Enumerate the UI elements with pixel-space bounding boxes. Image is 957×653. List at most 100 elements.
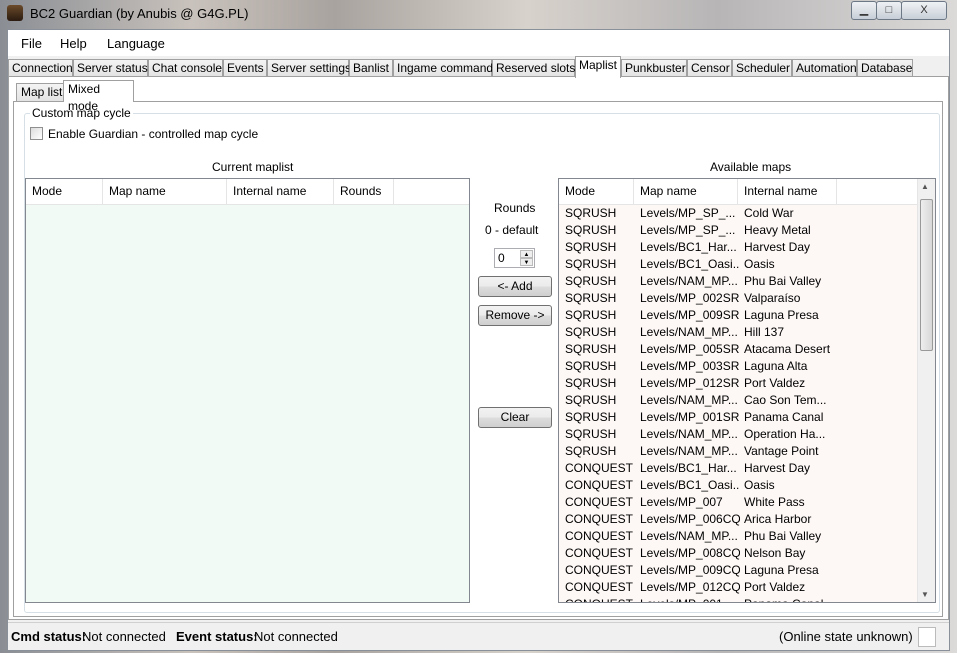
rounds-spinner[interactable]: 0 ▲ ▼ — [494, 248, 535, 268]
cell-internal-name: Nelson Bay — [744, 546, 806, 560]
tab-banlist[interactable]: Banlist — [349, 59, 393, 77]
cell-mode: SQRUSH — [565, 206, 617, 220]
tab-server-status[interactable]: Server status — [73, 59, 148, 77]
cmd-status-label: Cmd status: — [11, 629, 87, 644]
clear-button[interactable]: Clear — [478, 407, 552, 428]
cell-map-name: Levels/MP_012CQ — [640, 580, 740, 594]
client-area: File Help Language Connection Server stat… — [7, 29, 950, 651]
cell-map-name: Levels/BC1_Har... — [640, 461, 737, 475]
list-item[interactable]: CONQUEST Levels/MP_006CQ Arica Harbor — [559, 511, 919, 528]
cell-internal-name: Operation Ha... — [744, 427, 826, 441]
cell-mode: CONQUEST — [565, 461, 634, 475]
list-item[interactable]: SQRUSH Levels/MP_012SR Port Valdez — [559, 375, 919, 392]
list-item[interactable]: CONQUEST Levels/BC1_Oasi... Oasis — [559, 477, 919, 494]
add-button[interactable]: <- Add — [478, 276, 552, 297]
list-item[interactable]: SQRUSH Levels/NAM_MP... Hill 137 — [559, 324, 919, 341]
cell-mode: CONQUEST — [565, 546, 634, 560]
cell-internal-name: Valparaíso — [744, 291, 801, 305]
col-map-name[interactable]: Map name — [103, 179, 227, 204]
menu-file[interactable]: File — [21, 36, 42, 51]
cell-mode: SQRUSH — [565, 257, 617, 271]
list-item[interactable]: SQRUSH Levels/MP_SP_... Cold War — [559, 205, 919, 222]
menu-language[interactable]: Language — [107, 36, 165, 51]
cell-internal-name: Cold War — [744, 206, 794, 220]
cell-internal-name: Heavy Metal — [744, 223, 811, 237]
tab-events[interactable]: Events — [223, 59, 267, 77]
list-item[interactable]: CONQUEST Levels/BC1_Har... Harvest Day — [559, 460, 919, 477]
cell-mode: CONQUEST — [565, 512, 634, 526]
tab-automation[interactable]: Automation — [792, 59, 857, 77]
tab-database[interactable]: Database — [857, 59, 913, 77]
tab-scheduler[interactable]: Scheduler — [732, 59, 792, 77]
cell-internal-name: Oasis — [744, 257, 775, 271]
list-item[interactable]: SQRUSH Levels/MP_001SR Panama Canal — [559, 409, 919, 426]
cell-map-name: Levels/MP_008CQ — [640, 546, 740, 560]
col-map-name[interactable]: Map name — [634, 179, 738, 204]
tab-server-settings[interactable]: Server settings — [267, 59, 351, 77]
cell-mode: CONQUEST — [565, 563, 634, 577]
list-item[interactable]: CONQUEST Levels/MP_008CQ Nelson Bay — [559, 545, 919, 562]
enable-cycle-checkbox[interactable] — [30, 127, 43, 140]
maximize-button[interactable]: □ — [876, 1, 902, 20]
scroll-down-icon[interactable]: ▼ — [921, 590, 929, 599]
cell-internal-name: Arica Harbor — [744, 512, 812, 526]
cell-internal-name: Panama Canal — [744, 596, 839, 602]
current-maplist[interactable]: Mode Map name Internal name Rounds — [25, 178, 470, 603]
list-item[interactable]: SQRUSH Levels/MP_009SR Laguna Presa — [559, 307, 919, 324]
cell-map-name: Levels/BC1_Har... — [640, 240, 737, 254]
list-item[interactable]: CONQUEST Levels/MP_009CQ Laguna Presa — [559, 562, 919, 579]
cell-map-name: Levels/MP_006CQ — [640, 512, 740, 526]
col-rounds[interactable]: Rounds — [334, 179, 394, 204]
tab-reserved-slots[interactable]: Reserved slots — [492, 59, 575, 77]
tab-maplist[interactable]: Maplist — [575, 56, 621, 78]
cell-mode: SQRUSH — [565, 223, 617, 237]
list-item[interactable]: CONQUEST Levels/MP_012CQ Port Valdez — [559, 579, 919, 596]
col-internal-name[interactable]: Internal name — [227, 179, 334, 204]
app-icon — [7, 5, 23, 21]
col-mode[interactable]: Mode — [559, 179, 634, 204]
tab-connection[interactable]: Connection — [8, 59, 73, 77]
cell-map-name: Levels/MP_009SR — [640, 308, 740, 322]
subtab-mixed-mode[interactable]: Mixed mode — [63, 80, 134, 113]
list-item[interactable]: CONQUEST Levels/NAM_MP... Phu Bai Valley — [559, 528, 919, 545]
list-item[interactable]: SQRUSH Levels/MP_002SR Valparaíso — [559, 290, 919, 307]
col-mode[interactable]: Mode — [26, 179, 103, 204]
list-item[interactable]: SQRUSH Levels/BC1_Har... Harvest Day — [559, 239, 919, 256]
list-item[interactable]: SQRUSH Levels/NAM_MP... Operation Ha... — [559, 426, 919, 443]
window-title: BC2 Guardian (by Anubis @ G4G.PL) — [30, 6, 249, 21]
menu-help[interactable]: Help — [60, 36, 87, 51]
spin-down-icon[interactable]: ▼ — [520, 258, 533, 266]
list-header: Mode Map name Internal name Rounds — [26, 179, 469, 205]
maplist-page: Map list Mixed mode Custom map cycle Ena… — [8, 76, 949, 620]
subtab-map-list[interactable]: Map list — [16, 83, 68, 102]
close-button[interactable]: X — [901, 1, 947, 20]
col-internal-name[interactable]: Internal name — [738, 179, 837, 204]
list-item[interactable]: SQRUSH Levels/MP_SP_... Heavy Metal — [559, 222, 919, 239]
remove-button[interactable]: Remove -> — [478, 305, 552, 326]
list-item[interactable]: SQRUSH Levels/NAM_MP... Vantage Point — [559, 443, 919, 460]
cell-mode: SQRUSH — [565, 410, 617, 424]
scrollbar-thumb[interactable] — [920, 199, 933, 351]
list-item[interactable]: SQRUSH Levels/NAM_MP... Phu Bai Valley — [559, 273, 919, 290]
scrollbar[interactable]: ▲ ▼ — [917, 179, 935, 602]
scroll-up-icon[interactable]: ▲ — [921, 182, 929, 191]
tab-punkbuster[interactable]: Punkbuster — [621, 59, 687, 77]
list-item[interactable]: CONQUEST Levels/MP_007 White Pass — [559, 494, 919, 511]
list-item[interactable]: SQRUSH Levels/NAM_MP... Cao Son Tem... — [559, 392, 919, 409]
cell-mode: SQRUSH — [565, 308, 617, 322]
minimize-button[interactable]: ▁ — [851, 1, 877, 20]
list-item[interactable]: CONQUESTLevels/MP_001 Panama Canal — [559, 596, 919, 602]
available-maps-list[interactable]: Mode Map name Internal name SQRUSH Levels… — [558, 178, 936, 603]
cell-mode: SQRUSH — [565, 274, 617, 288]
list-header: Mode Map name Internal name — [559, 179, 917, 205]
cell-internal-name: Laguna Alta — [744, 359, 808, 373]
list-item[interactable]: SQRUSH Levels/MP_003SR Laguna Alta — [559, 358, 919, 375]
cell-internal-name: Phu Bai Valley — [744, 274, 822, 288]
tab-ingame-commands[interactable]: Ingame commands — [393, 59, 499, 77]
list-item[interactable]: SQRUSH Levels/BC1_Oasi... Oasis — [559, 256, 919, 273]
cell-map-name: Levels/NAM_MP... — [640, 325, 738, 339]
tab-censor[interactable]: Censor — [687, 59, 732, 77]
list-item[interactable]: SQRUSH Levels/MP_005SR Atacama Desert — [559, 341, 919, 358]
tab-chat-console[interactable]: Chat console — [148, 59, 223, 77]
spin-up-icon[interactable]: ▲ — [520, 250, 533, 258]
